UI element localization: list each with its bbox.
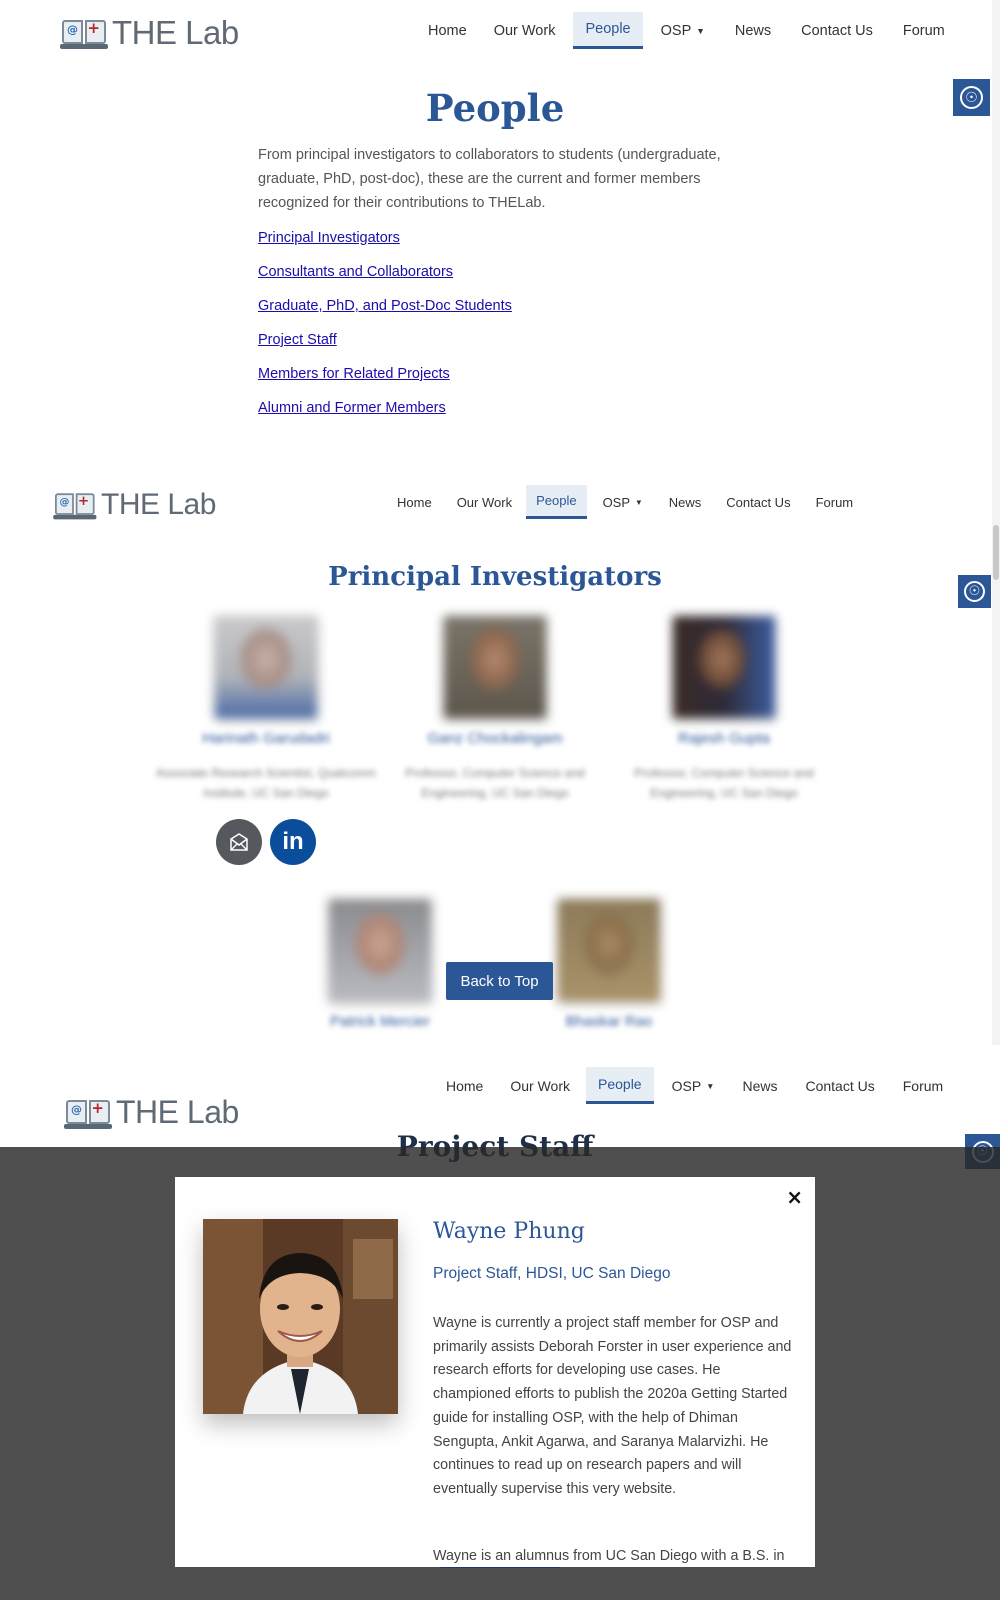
- logo-text: THE Lab: [112, 14, 239, 51]
- nav-osp-label: OSP: [660, 22, 692, 39]
- person-role: Associate Research Scientist, Qualcomm I…: [155, 766, 377, 800]
- link-students[interactable]: Graduate, PhD, and Post-Doc Students: [258, 296, 512, 330]
- person-modal: × Wayne Phung Project Staff, HDSI, UC Sa…: [175, 1177, 815, 1567]
- nav-contact-us[interactable]: Contact Us: [726, 485, 790, 519]
- main-nav: Home Our Work People OSP ▼ News Contact U…: [446, 1067, 943, 1104]
- main-nav: Home Our Work People OSP ▼ News Contact U…: [397, 485, 853, 519]
- person-card[interactable]: Rajesh Gupta Professor, Computer Science…: [604, 616, 844, 803]
- nav-contact-us[interactable]: Contact Us: [801, 12, 873, 49]
- person-portrait-image: [203, 1219, 398, 1414]
- nav-osp-label: OSP: [671, 1077, 702, 1094]
- envelope-icon: [230, 833, 248, 851]
- book-logo-icon: @ +: [60, 17, 108, 49]
- person-photo: [558, 899, 660, 1001]
- nav-forum[interactable]: Forum: [816, 485, 854, 519]
- book-logo-icon: @ +: [64, 1097, 112, 1129]
- nav-osp[interactable]: OSP ▼: [603, 485, 643, 519]
- nav-osp[interactable]: OSP ▼: [661, 12, 705, 49]
- person-name: Wayne Phung: [433, 1219, 585, 1244]
- nav-our-work[interactable]: Our Work: [457, 485, 512, 519]
- main-nav: Home Our Work People OSP ▼ News Contact U…: [428, 12, 945, 49]
- person-role: Project Staff, HDSI, UC San Diego: [433, 1265, 671, 1282]
- nav-osp-label: OSP: [602, 494, 631, 510]
- person-card[interactable]: Harinath Garudadri Associate Research Sc…: [146, 616, 386, 803]
- nav-people[interactable]: People: [573, 12, 643, 49]
- chevron-down-icon: ▼: [696, 25, 705, 36]
- person-role: Professor, Computer Science and Engineer…: [405, 766, 585, 800]
- book-logo-icon: @ +: [53, 491, 97, 520]
- person-photo: [444, 616, 546, 718]
- close-icon[interactable]: ×: [786, 1185, 803, 1209]
- nav-news[interactable]: News: [669, 485, 702, 519]
- site-logo[interactable]: @ + THE Lab: [60, 14, 239, 52]
- section-links: Principal Investigators Consultants and …: [258, 228, 512, 432]
- nav-home[interactable]: Home: [397, 485, 432, 519]
- person-photo: [673, 616, 775, 718]
- person-bio: Wayne is currently a project staff membe…: [433, 1315, 792, 1497]
- nav-home[interactable]: Home: [428, 12, 467, 49]
- email-button[interactable]: [216, 819, 262, 865]
- site-logo[interactable]: @ + THE Lab: [53, 488, 216, 522]
- link-project-staff[interactable]: Project Staff: [258, 330, 512, 364]
- link-consultants-collaborators[interactable]: Consultants and Collaborators: [258, 262, 512, 296]
- person-role: Professor, Computer Science and Engineer…: [634, 766, 814, 800]
- person-photo: [215, 616, 317, 718]
- logo-text: THE Lab: [101, 488, 216, 521]
- page-title: People: [425, 86, 565, 130]
- chevron-down-icon: ▼: [706, 1080, 715, 1091]
- people-page-screenshot-pi: @ + THE Lab Home Our Work People OSP ▼ New…: [0, 455, 1000, 1045]
- people-page-screenshot-modal: @ + THE Lab Home Our Work People OSP ▼ New…: [0, 1045, 1000, 1600]
- nav-osp[interactable]: OSP ▼: [672, 1067, 715, 1104]
- nav-our-work[interactable]: Our Work: [510, 1067, 570, 1104]
- nav-people[interactable]: People: [586, 1067, 654, 1104]
- link-related-projects[interactable]: Members for Related Projects: [258, 364, 512, 398]
- nav-news[interactable]: News: [735, 12, 771, 49]
- scrollbar-track[interactable]: [992, 0, 1000, 455]
- nav-news[interactable]: News: [742, 1067, 777, 1104]
- person-name: Harinath Garudadri: [202, 730, 330, 747]
- person-photo: [329, 899, 431, 1001]
- link-principal-investigators[interactable]: Principal Investigators: [258, 228, 512, 262]
- nav-people[interactable]: People: [526, 485, 587, 519]
- scrollbar-thumb[interactable]: [993, 525, 999, 580]
- person-photo: [203, 1219, 398, 1414]
- section-title-principal-investigators: Principal Investigators: [328, 562, 662, 592]
- person-name: Patrick Mercier: [329, 1013, 430, 1030]
- nav-forum[interactable]: Forum: [903, 12, 945, 49]
- person-name: Rajesh Gupta: [678, 730, 770, 747]
- nav-our-work[interactable]: Our Work: [494, 12, 556, 49]
- logo-text: THE Lab: [116, 1094, 239, 1130]
- person-card[interactable]: Ganz Chockalingam Professor, Computer Sc…: [375, 616, 615, 803]
- link-alumni[interactable]: Alumni and Former Members: [258, 398, 512, 432]
- linkedin-button[interactable]: in: [270, 819, 316, 865]
- back-to-top-button[interactable]: Back to Top: [446, 962, 553, 1000]
- site-logo[interactable]: @ + THE Lab: [64, 1094, 239, 1131]
- person-name: Bhaskar Rao: [565, 1013, 653, 1030]
- nav-home[interactable]: Home: [446, 1067, 483, 1104]
- linkedin-icon: in: [282, 828, 304, 855]
- person-bio-continued: Wayne is an alumnus from UC San Diego wi…: [433, 1548, 785, 1564]
- nav-contact-us[interactable]: Contact Us: [805, 1067, 874, 1104]
- chevron-down-icon: ▼: [635, 497, 643, 507]
- intro-paragraph: From principal investigators to collabor…: [258, 147, 721, 211]
- people-page-screenshot-top: @ + THE Lab Home Our Work People OSP ▼ New…: [0, 0, 1000, 455]
- person-name: Ganz Chockalingam: [427, 730, 563, 747]
- nav-forum[interactable]: Forum: [903, 1067, 943, 1104]
